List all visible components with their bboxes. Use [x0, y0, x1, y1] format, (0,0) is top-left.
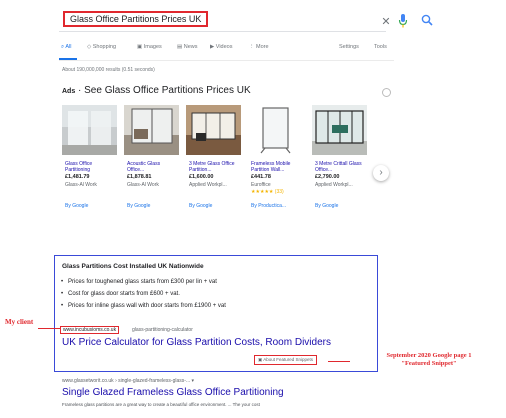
snippet-url[interactable]: www.incubusioms.co.uk: [60, 326, 120, 334]
microphone-icon[interactable]: [398, 14, 408, 28]
chevron-right-icon[interactable]: ›: [373, 165, 389, 181]
result-description: Frameless glass partitions are a great w…: [62, 402, 260, 407]
annotation-arrow: [38, 328, 60, 329]
settings-link[interactable]: Settings: [339, 44, 359, 50]
snippet-heading: Glass Partitions Cost Installed UK Natio…: [62, 263, 204, 270]
client-annotation: My client: [5, 318, 34, 326]
product-image: [124, 105, 179, 155]
search-tabs: ⌕ All ◇ Shopping ▣ Images ▤ News ▶ Video…: [59, 44, 394, 58]
product-card[interactable]: 3 Metre Glass Office Partition... £1,600…: [186, 105, 241, 245]
product-card[interactable]: Acoustic Glass Office... £1,878.81 Glass…: [124, 105, 179, 245]
ads-heading: Ads · See Glass Office Partitions Prices…: [62, 85, 251, 96]
snippet-bullet: Prices for toughened glass starts from £…: [61, 279, 217, 285]
result-title-link[interactable]: Single Glazed Frameless Glass Office Par…: [62, 387, 284, 398]
tab-images[interactable]: ▣ Images: [137, 44, 162, 50]
search-icon[interactable]: [421, 14, 433, 26]
tools-link[interactable]: Tools: [374, 44, 387, 50]
product-image: [312, 105, 367, 155]
close-icon[interactable]: ✕: [380, 15, 392, 28]
product-card[interactable]: Glass Office Partitioning £1,481.79 Glas…: [62, 105, 117, 245]
ads-badge: Ads: [62, 88, 76, 95]
star-rating: ★★★★★ (33): [251, 189, 284, 195]
product-image: [186, 105, 241, 155]
about-featured-snippets-link[interactable]: ▣ About Featured Snippets: [254, 355, 318, 365]
snippet-bullet: Prices for inline glass wall with door s…: [61, 303, 226, 309]
tab-videos[interactable]: ▶ Videos: [210, 44, 232, 50]
search-bar: Glass Office Partitions Prices UK ✕: [59, 9, 433, 32]
snippet-bullet: Cost for glass door starts from £600 + v…: [61, 291, 180, 297]
annotation-arrow: [328, 361, 350, 362]
tab-shopping[interactable]: ◇ Shopping: [87, 44, 116, 50]
tab-news[interactable]: ▤ News: [177, 44, 198, 50]
divider: [59, 60, 394, 61]
snippet-url-path: glass-partitioning-calculator: [132, 327, 193, 333]
result-stats: About 190,000,000 results (0.51 seconds): [62, 67, 155, 73]
result-url[interactable]: www.glassetworit.co.uk › single-glazed-f…: [62, 378, 194, 384]
search-input[interactable]: Glass Office Partitions Prices UK: [63, 11, 209, 27]
tab-more[interactable]: ⋮ More: [249, 44, 269, 50]
featured-snippet-highlight: [54, 255, 378, 372]
snippet-annotation: September 2020 Google page 1 "Featured S…: [386, 352, 472, 367]
snippet-title-link[interactable]: UK Price Calculator for Glass Partition …: [62, 337, 331, 348]
product-image: [62, 105, 117, 155]
tab-all[interactable]: ⌕ All: [61, 44, 71, 51]
info-icon[interactable]: [382, 88, 391, 97]
ads-title: See Glass Office Partitions Prices UK: [84, 85, 251, 96]
product-card[interactable]: Frameless Mobile Partition Wall... £441.…: [248, 105, 303, 245]
product-image: [248, 105, 303, 155]
product-card[interactable]: 3 Metre Crittall Glass Office... £2,790.…: [312, 105, 367, 245]
